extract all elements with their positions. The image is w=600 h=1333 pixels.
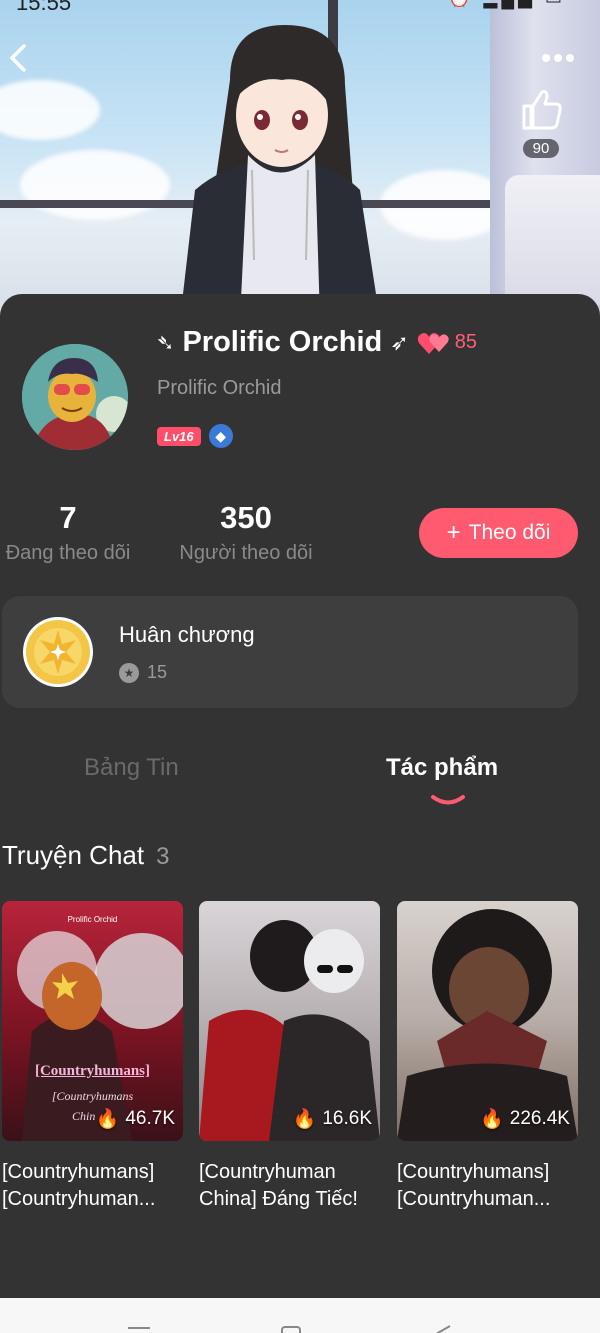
cover-author: Prolific Orchid — [67, 915, 118, 924]
story-card[interactable]: 🔥 226.4K [Countryhumans] [Countryhuman..… — [397, 901, 578, 1213]
story-title-line2: [Countryhuman... — [2, 1188, 156, 1210]
story-title-line2: China] Đáng Tiếc! — [199, 1188, 358, 1210]
section-count: 3 — [156, 843, 170, 870]
view-count: 🔥 16.6K — [293, 1107, 372, 1131]
like-button[interactable]: 90 — [516, 86, 566, 158]
flame-icon: 🔥 — [95, 1109, 120, 1130]
view-count: 🔥 226.4K — [480, 1107, 570, 1131]
view-count-value: 226.4K — [509, 1108, 570, 1129]
following-stat[interactable]: 7 Đang theo dõi — [0, 500, 136, 565]
story-card[interactable]: 🔥 16.6K [Countryhuman China] Đáng Tiếc! — [199, 901, 380, 1213]
view-count-value: 46.7K — [125, 1108, 175, 1129]
story-cover: 🔥 226.4K — [397, 901, 578, 1141]
view-count-value: 16.6K — [322, 1108, 372, 1129]
followers-label: Người theo dõi — [179, 542, 313, 564]
cover-character-illustration — [180, 25, 380, 320]
cover-illustration — [199, 920, 380, 1141]
heart-icon — [417, 332, 449, 354]
cover-illustration — [17, 931, 183, 1141]
like-count: 90 — [522, 139, 560, 158]
followers-count: 350 — [220, 500, 272, 535]
follow-button-label: Theo dõi — [468, 521, 551, 544]
cover-title: [Countryhumans] — [34, 1063, 151, 1079]
tab-feed[interactable]: Bảng Tin — [84, 754, 179, 782]
profile-name-row: ➴ Prolific Orchid ➶ 85 — [156, 326, 477, 359]
story-title-line1: [Countryhumans] — [2, 1161, 155, 1183]
cloud — [20, 150, 170, 220]
following-label: Đang theo dõi — [5, 542, 131, 564]
thumbs-up-icon — [522, 90, 562, 130]
story-card[interactable]: Prolific Orchid [Countryhumans] [Country… — [2, 901, 183, 1213]
story-title-line2: [Countryhuman... — [397, 1188, 551, 1210]
medals-card[interactable]: Huân chương ★ 15 — [2, 596, 578, 708]
sofa — [505, 175, 600, 305]
ethereum-icon[interactable]: ◆ — [208, 424, 233, 448]
recent-apps-icon[interactable] — [126, 1324, 152, 1333]
story-cover: 🔥 16.6K — [199, 901, 380, 1141]
story-title-line1: [Countryhumans] — [397, 1161, 550, 1183]
status-time: 15:55 — [16, 0, 72, 15]
profile-panel: ➴ Prolific Orchid ➶ 85 Prolific Orchid L… — [0, 294, 600, 1298]
story-title-line1: [Countryhuman — [199, 1161, 336, 1183]
medals-count-row: ★ 15 — [119, 662, 167, 683]
medal-icon — [23, 617, 93, 687]
arrow-decoration-icon: ➴ — [156, 329, 175, 355]
flame-icon: 🔥 — [480, 1109, 504, 1130]
cover-subtitle: [Countryhumans — [51, 1089, 134, 1103]
profile-username: Prolific Orchid — [157, 377, 282, 399]
section-heading: Truyện Chat 3 — [2, 840, 169, 871]
medals-count: 15 — [147, 662, 168, 682]
profile-cover: 15:55 ⏰ ▂▄▆ ▭ 90 — [0, 0, 600, 320]
flame-icon: 🔥 — [292, 1109, 317, 1130]
following-count: 7 — [59, 500, 77, 535]
profile-badges: Lv16 ◆ — [157, 424, 233, 448]
cover-subtitle-2: Chin — [72, 1109, 96, 1123]
tab-works[interactable]: Tác phẩm — [386, 754, 498, 782]
avatar[interactable] — [22, 344, 128, 450]
arrow-decoration-icon: ➶ — [390, 329, 409, 355]
back-nav-icon[interactable] — [430, 1324, 456, 1333]
cloud — [0, 80, 100, 140]
status-icons: ⏰ ▂▄▆ ▭ — [448, 0, 566, 9]
followers-stat[interactable]: 350 Người theo dõi — [172, 500, 320, 565]
back-arrow-icon[interactable] — [4, 40, 34, 76]
home-icon[interactable] — [278, 1324, 304, 1333]
profile-name: Prolific Orchid — [182, 326, 383, 358]
follow-button[interactable]: + Theo dõi — [419, 508, 578, 558]
more-icon[interactable] — [538, 46, 578, 70]
medals-title: Huân chương — [119, 622, 255, 647]
system-nav-bar — [0, 1298, 600, 1333]
active-tab-indicator — [431, 795, 465, 805]
section-title: Truyện Chat — [2, 840, 145, 870]
view-count: 🔥 46.7K — [96, 1107, 175, 1131]
plus-icon: + — [446, 519, 461, 546]
level-badge[interactable]: Lv16 — [157, 426, 201, 446]
cover-illustration — [397, 909, 578, 1141]
heart-count: 85 — [454, 331, 477, 353]
story-cover: Prolific Orchid [Countryhumans] [Country… — [2, 901, 183, 1141]
star-icon: ★ — [119, 662, 139, 683]
